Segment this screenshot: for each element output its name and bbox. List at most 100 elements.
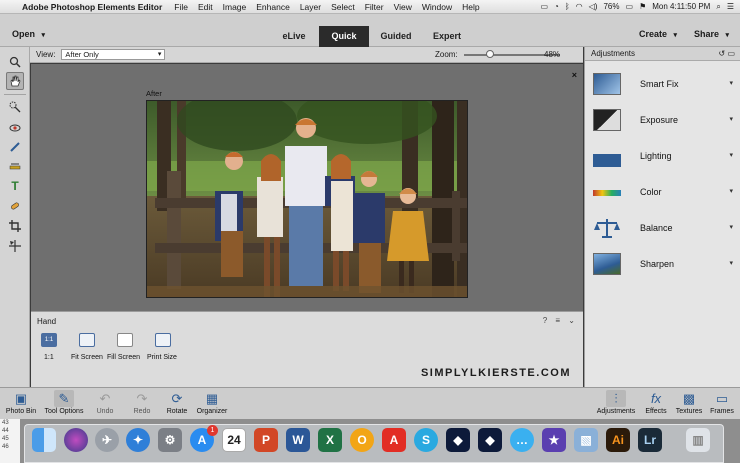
launchpad-icon[interactable]: ✈ bbox=[95, 428, 119, 452]
wifi-icon[interactable]: ◠ bbox=[576, 2, 583, 11]
quick-selection-tool-icon[interactable] bbox=[6, 98, 24, 116]
zoom-slider-knob[interactable] bbox=[486, 50, 494, 58]
volume-icon[interactable]: ◁) bbox=[589, 2, 598, 11]
siri-icon[interactable] bbox=[64, 428, 88, 452]
one-to-one-button[interactable]: 1:1 bbox=[41, 333, 57, 347]
imovie-icon[interactable]: ★ bbox=[542, 428, 566, 452]
tool-options-button[interactable]: ✎ Tool Options bbox=[42, 390, 86, 415]
adjustment-smart-fix[interactable]: Smart Fix ▾ bbox=[585, 67, 740, 103]
excel-icon[interactable]: X bbox=[318, 428, 342, 452]
reset-icon[interactable]: ↺ ▭ bbox=[719, 47, 735, 61]
acrobat-icon[interactable]: A bbox=[382, 428, 406, 452]
menu-window[interactable]: Window bbox=[422, 2, 452, 12]
menu-file[interactable]: File bbox=[174, 2, 188, 12]
open-label: Open bbox=[12, 29, 36, 39]
bottom-task-bar: ▣ Photo Bin ✎ Tool Options ↶ Undo ↷ Redo… bbox=[0, 387, 740, 419]
chevron-down-icon: ▾ bbox=[729, 80, 733, 87]
spot-healing-tool-icon[interactable] bbox=[6, 197, 24, 215]
photoshop-elements-icon[interactable]: ◆ bbox=[478, 428, 502, 452]
family-photo[interactable] bbox=[146, 100, 468, 298]
clock-icon[interactable]: ◔ bbox=[554, 2, 559, 11]
undo-button[interactable]: ↶ Undo bbox=[92, 390, 118, 415]
adjustment-balance[interactable]: Balance ▾ bbox=[585, 211, 740, 247]
textures-button[interactable]: ▩ Textures bbox=[673, 390, 705, 415]
red-eye-tool-icon[interactable] bbox=[6, 119, 24, 137]
view-select[interactable]: After Only ▾ bbox=[61, 49, 166, 60]
battery-icon[interactable]: ▭ bbox=[626, 2, 634, 11]
panel-menu-icon[interactable]: ≡ bbox=[555, 316, 560, 325]
office-icon[interactable]: O bbox=[350, 428, 374, 452]
word-icon[interactable]: W bbox=[286, 428, 310, 452]
preview-icon[interactable]: ▧ bbox=[574, 428, 598, 452]
zoom-value: 48% bbox=[544, 50, 561, 59]
chevron-down-icon: ▾ bbox=[729, 260, 733, 267]
organizer-button[interactable]: ▦ Organizer bbox=[194, 390, 230, 415]
menu-select[interactable]: Select bbox=[331, 2, 355, 12]
tools-panel: T bbox=[0, 47, 30, 387]
straighten-tool-icon[interactable] bbox=[6, 157, 24, 175]
whiten-teeth-tool-icon[interactable] bbox=[6, 138, 24, 156]
close-icon[interactable]: × bbox=[572, 70, 577, 80]
collapse-icon[interactable]: ⌄ bbox=[568, 316, 575, 325]
frames-button[interactable]: ▭ Frames bbox=[708, 390, 736, 415]
notification-center-icon[interactable]: ☰ bbox=[727, 2, 734, 11]
premiere-elements-icon[interactable]: ◆ bbox=[446, 428, 470, 452]
print-size-button[interactable] bbox=[155, 333, 171, 347]
spotlight-icon[interactable]: ⌕ bbox=[716, 2, 720, 12]
menu-layer[interactable]: Layer bbox=[300, 2, 321, 12]
menu-help[interactable]: Help bbox=[462, 2, 479, 12]
type-tool-icon[interactable]: T bbox=[6, 177, 24, 195]
menu-image[interactable]: Image bbox=[223, 2, 247, 12]
tool-options-label: Tool Options bbox=[44, 408, 84, 415]
tab-quick[interactable]: Quick bbox=[319, 26, 369, 47]
system-preferences-icon[interactable]: ⚙ bbox=[158, 428, 182, 452]
adjustment-color[interactable]: Color ▾ bbox=[585, 175, 740, 211]
image-canvas[interactable]: After × bbox=[31, 64, 583, 311]
menu-view[interactable]: View bbox=[394, 2, 412, 12]
rotate-button[interactable]: ⟳ Rotate bbox=[164, 390, 190, 415]
adjustment-sharpen[interactable]: Sharpen ▾ bbox=[585, 247, 740, 283]
help-icon[interactable]: ? bbox=[543, 316, 547, 325]
adjustments-icon: ⫶ bbox=[606, 390, 626, 407]
one-to-one-caption: 1:1 bbox=[44, 354, 54, 361]
fill-screen-button[interactable] bbox=[117, 333, 133, 347]
redo-button[interactable]: ↷ Redo bbox=[130, 390, 154, 415]
flag-icon[interactable]: ⚑ bbox=[639, 2, 646, 11]
tools-divider bbox=[4, 94, 26, 95]
tab-elive[interactable]: eLive bbox=[270, 26, 318, 47]
menu-filter[interactable]: Filter bbox=[365, 2, 384, 12]
tab-expert[interactable]: Expert bbox=[423, 26, 471, 47]
adjustment-exposure[interactable]: Exposure ▾ bbox=[585, 103, 740, 139]
organizer-icon: ▦ bbox=[205, 391, 219, 406]
adjustment-lighting[interactable]: Lighting ▾ bbox=[585, 139, 740, 175]
safari-icon[interactable]: ✦ bbox=[126, 428, 150, 452]
messages-icon[interactable]: … bbox=[510, 428, 534, 452]
effects-button[interactable]: fx Effects bbox=[642, 390, 670, 415]
share-button[interactable]: Share ▾ bbox=[694, 29, 729, 39]
calendar-icon[interactable]: 24 bbox=[222, 428, 246, 452]
menu-clock[interactable]: Mon 4:11:50 PM bbox=[652, 2, 710, 11]
powerpoint-icon[interactable]: P bbox=[254, 428, 278, 452]
cast-icon[interactable]: ▭ bbox=[540, 2, 548, 11]
photo-bin-button[interactable]: ▣ Photo Bin bbox=[4, 390, 38, 415]
illustrator-icon[interactable]: Ai bbox=[606, 428, 630, 452]
crop-tool-icon[interactable] bbox=[6, 217, 24, 235]
menu-enhance[interactable]: Enhance bbox=[256, 2, 290, 12]
trash-icon[interactable]: ▥ bbox=[686, 428, 710, 452]
adjustments-button[interactable]: ⫶ Adjustments bbox=[594, 390, 638, 415]
fit-screen-button[interactable] bbox=[79, 333, 95, 347]
hand-tool-icon[interactable] bbox=[6, 72, 24, 90]
skype-icon[interactable]: S bbox=[414, 428, 438, 452]
lightroom-icon[interactable]: Lr bbox=[638, 428, 662, 452]
create-button[interactable]: Create ▾ bbox=[639, 29, 677, 39]
adjustments-title: Adjustments bbox=[591, 49, 636, 58]
zoom-tool-icon[interactable] bbox=[6, 53, 24, 71]
move-tool-icon[interactable] bbox=[6, 237, 24, 255]
view-select-value: After Only bbox=[65, 50, 99, 59]
open-button[interactable]: Open ▾ bbox=[12, 29, 45, 39]
app-menu[interactable]: Adobe Photoshop Elements Editor bbox=[22, 2, 162, 12]
tab-guided[interactable]: Guided bbox=[370, 26, 422, 47]
bluetooth-icon[interactable]: ᛒ bbox=[565, 2, 570, 11]
menu-edit[interactable]: Edit bbox=[198, 2, 213, 12]
finder-icon[interactable] bbox=[32, 428, 56, 452]
